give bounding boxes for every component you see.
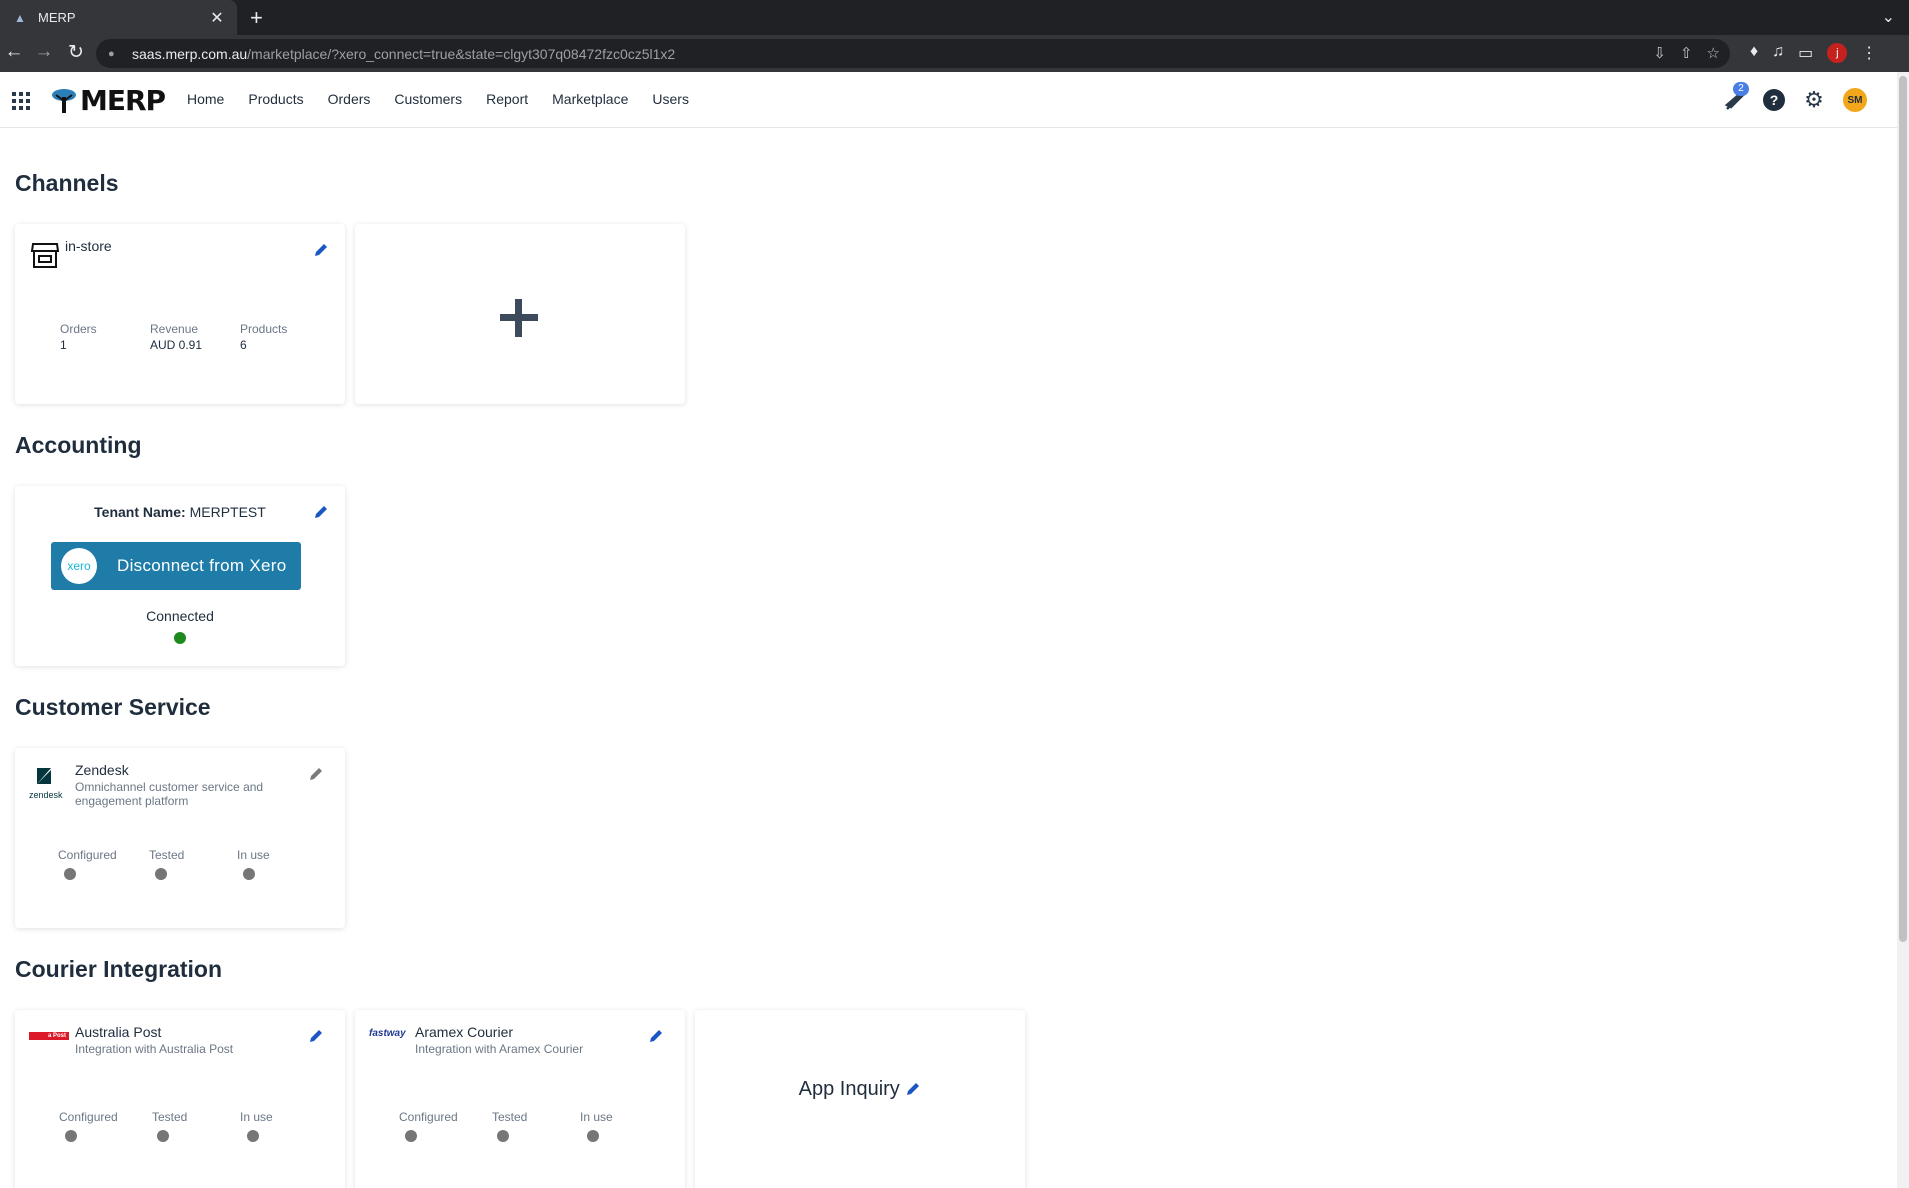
disconnect-xero-button[interactable]: xero Disconnect from Xero <box>51 542 301 590</box>
svg-text:zendesk: zendesk <box>29 790 63 800</box>
bookmark-star-icon[interactable]: ☆ <box>1707 44 1720 62</box>
extensions-icon[interactable]: ♦ <box>1750 43 1758 63</box>
share-icon[interactable]: ⇧ <box>1680 44 1693 62</box>
notification-badge: 2 <box>1733 82 1749 96</box>
tree-logo-icon <box>52 88 76 113</box>
media-control-icon[interactable]: ♫ <box>1772 43 1784 63</box>
nav-home[interactable]: Home <box>187 91 224 107</box>
xero-card: Tenant Name: MERPTEST xero Disconnect fr… <box>15 486 345 666</box>
australia-post-description: Integration with Australia Post <box>75 1042 234 1056</box>
close-tab-icon[interactable]: ✕ <box>205 8 229 28</box>
status-dot <box>587 1130 599 1142</box>
status-dot <box>247 1130 259 1142</box>
user-avatar[interactable]: SM <box>1843 88 1867 112</box>
australia-post-card[interactable]: a Post Australia Post Integration with A… <box>15 1010 345 1188</box>
pencil-edit-icon[interactable] <box>905 1081 921 1097</box>
browser-tab-bar: ▲ MERP ✕ + ⌄ <box>0 0 1909 35</box>
menu-dots-icon[interactable]: ⋮ <box>1861 43 1877 63</box>
channel-name: in-store <box>65 238 112 254</box>
xero-logo: xero <box>61 548 97 584</box>
pencil-edit-icon[interactable] <box>313 242 329 258</box>
status-tested-label: Tested <box>149 848 185 862</box>
status-configured-label: Configured <box>399 1110 458 1124</box>
address-bar[interactable]: ● saas.merp.com.au/marketplace/?xero_con… <box>96 39 1730 68</box>
status-in-use-label: In use <box>240 1110 273 1124</box>
profile-avatar[interactable]: j <box>1827 43 1848 63</box>
status-tested-label: Tested <box>152 1110 188 1124</box>
zendesk-logo: zendesk <box>29 768 63 800</box>
forward-arrow-icon[interactable]: → <box>32 41 56 63</box>
aramex-courier-card[interactable]: fastway Aramex Courier Integration with … <box>355 1010 685 1188</box>
status-configured-label: Configured <box>59 1110 118 1124</box>
side-panel-icon[interactable]: ▭ <box>1798 43 1813 63</box>
australia-post-name: Australia Post <box>75 1024 162 1040</box>
scrollbar-thumb[interactable] <box>1899 76 1907 942</box>
url-host: saas.merp.com.au <box>132 45 248 62</box>
fastway-logo: fastway <box>369 1028 406 1039</box>
status-dot <box>65 1130 77 1142</box>
logo-text: MERP <box>80 84 166 117</box>
accounting-title: Accounting <box>15 432 142 458</box>
app-inquiry-label: App Inquiry <box>695 1078 1025 1101</box>
pencil-edit-icon[interactable] <box>313 504 329 520</box>
pencil-edit-icon[interactable] <box>648 1028 664 1044</box>
aramex-courier-name: Aramex Courier <box>415 1024 514 1040</box>
pencil-edit-icon[interactable] <box>308 1028 324 1044</box>
tab-title: MERP <box>38 10 76 25</box>
back-arrow-icon[interactable]: ← <box>2 41 26 63</box>
status-dot <box>155 868 167 880</box>
nav-marketplace[interactable]: Marketplace <box>552 91 628 107</box>
australia-post-logo: a Post <box>29 1032 69 1040</box>
plus-icon <box>500 299 538 337</box>
merp-favicon-icon: ▲ <box>14 10 26 25</box>
app-inquiry-card[interactable]: App Inquiry <box>695 1010 1025 1188</box>
install-app-icon[interactable]: ⇩ <box>1653 44 1666 62</box>
customer-service-title: Customer Service <box>15 694 211 720</box>
help-icon[interactable]: ? <box>1763 89 1785 111</box>
nav-products[interactable]: Products <box>248 91 303 107</box>
main-nav: Home Products Orders Customers Report Ma… <box>187 91 689 107</box>
channels-title: Channels <box>15 170 119 196</box>
status-in-use-label: In use <box>237 848 270 862</box>
courier-integration-title: Courier Integration <box>15 956 223 982</box>
connected-status-dot <box>174 632 186 644</box>
tenant-name: Tenant Name: MERPTEST <box>94 504 266 520</box>
status-tested-label: Tested <box>492 1110 528 1124</box>
apps-grid-icon[interactable] <box>12 92 30 110</box>
zendesk-description: Omnichannel customer service and engagem… <box>75 780 264 808</box>
status-dot <box>157 1130 169 1142</box>
chevron-down-icon[interactable]: ⌄ <box>1882 7 1895 27</box>
store-icon <box>30 243 60 268</box>
merp-logo[interactable]: MERP <box>50 84 166 117</box>
browser-toolbar: ← → ↻ ● saas.merp.com.au/marketplace/?xe… <box>0 35 1909 72</box>
pencil-edit-icon[interactable] <box>308 766 324 782</box>
status-dot <box>64 868 76 880</box>
status-dot <box>405 1130 417 1142</box>
zendesk-name: Zendesk <box>75 762 129 778</box>
nav-report[interactable]: Report <box>486 91 528 107</box>
nav-customers[interactable]: Customers <box>394 91 462 107</box>
zendesk-card[interactable]: zendesk Zendesk Omnichannel customer ser… <box>15 748 345 928</box>
notification-bell-icon[interactable]: 2 <box>1723 82 1749 111</box>
browser-tab[interactable]: ▲ MERP ✕ <box>0 0 237 35</box>
stat-orders: Orders 1 <box>60 322 97 352</box>
add-channel-button[interactable] <box>355 224 685 404</box>
url-path: /marketplace/?xero_connect=true&state=cl… <box>247 45 676 62</box>
new-tab-icon[interactable]: + <box>250 5 263 31</box>
connection-status: Connected <box>146 608 214 624</box>
channel-card-in-store[interactable]: in-store Orders 1 Revenue AUD 0.91 Produ… <box>15 224 345 404</box>
aramex-courier-description: Integration with Aramex Courier <box>415 1042 584 1056</box>
lock-icon: ● <box>108 47 115 60</box>
status-dot <box>497 1130 509 1142</box>
nav-users[interactable]: Users <box>652 91 689 107</box>
stat-products: Products 6 <box>240 322 288 352</box>
status-in-use-label: In use <box>580 1110 613 1124</box>
reload-icon[interactable]: ↻ <box>64 41 88 64</box>
status-configured-label: Configured <box>58 848 117 862</box>
nav-orders[interactable]: Orders <box>328 91 371 107</box>
status-dot <box>243 868 255 880</box>
stat-revenue: Revenue AUD 0.91 <box>150 322 203 352</box>
app-header: MERP Home Products Orders Customers Repo… <box>0 72 1897 128</box>
gear-icon[interactable]: ⚙ <box>1803 89 1825 111</box>
